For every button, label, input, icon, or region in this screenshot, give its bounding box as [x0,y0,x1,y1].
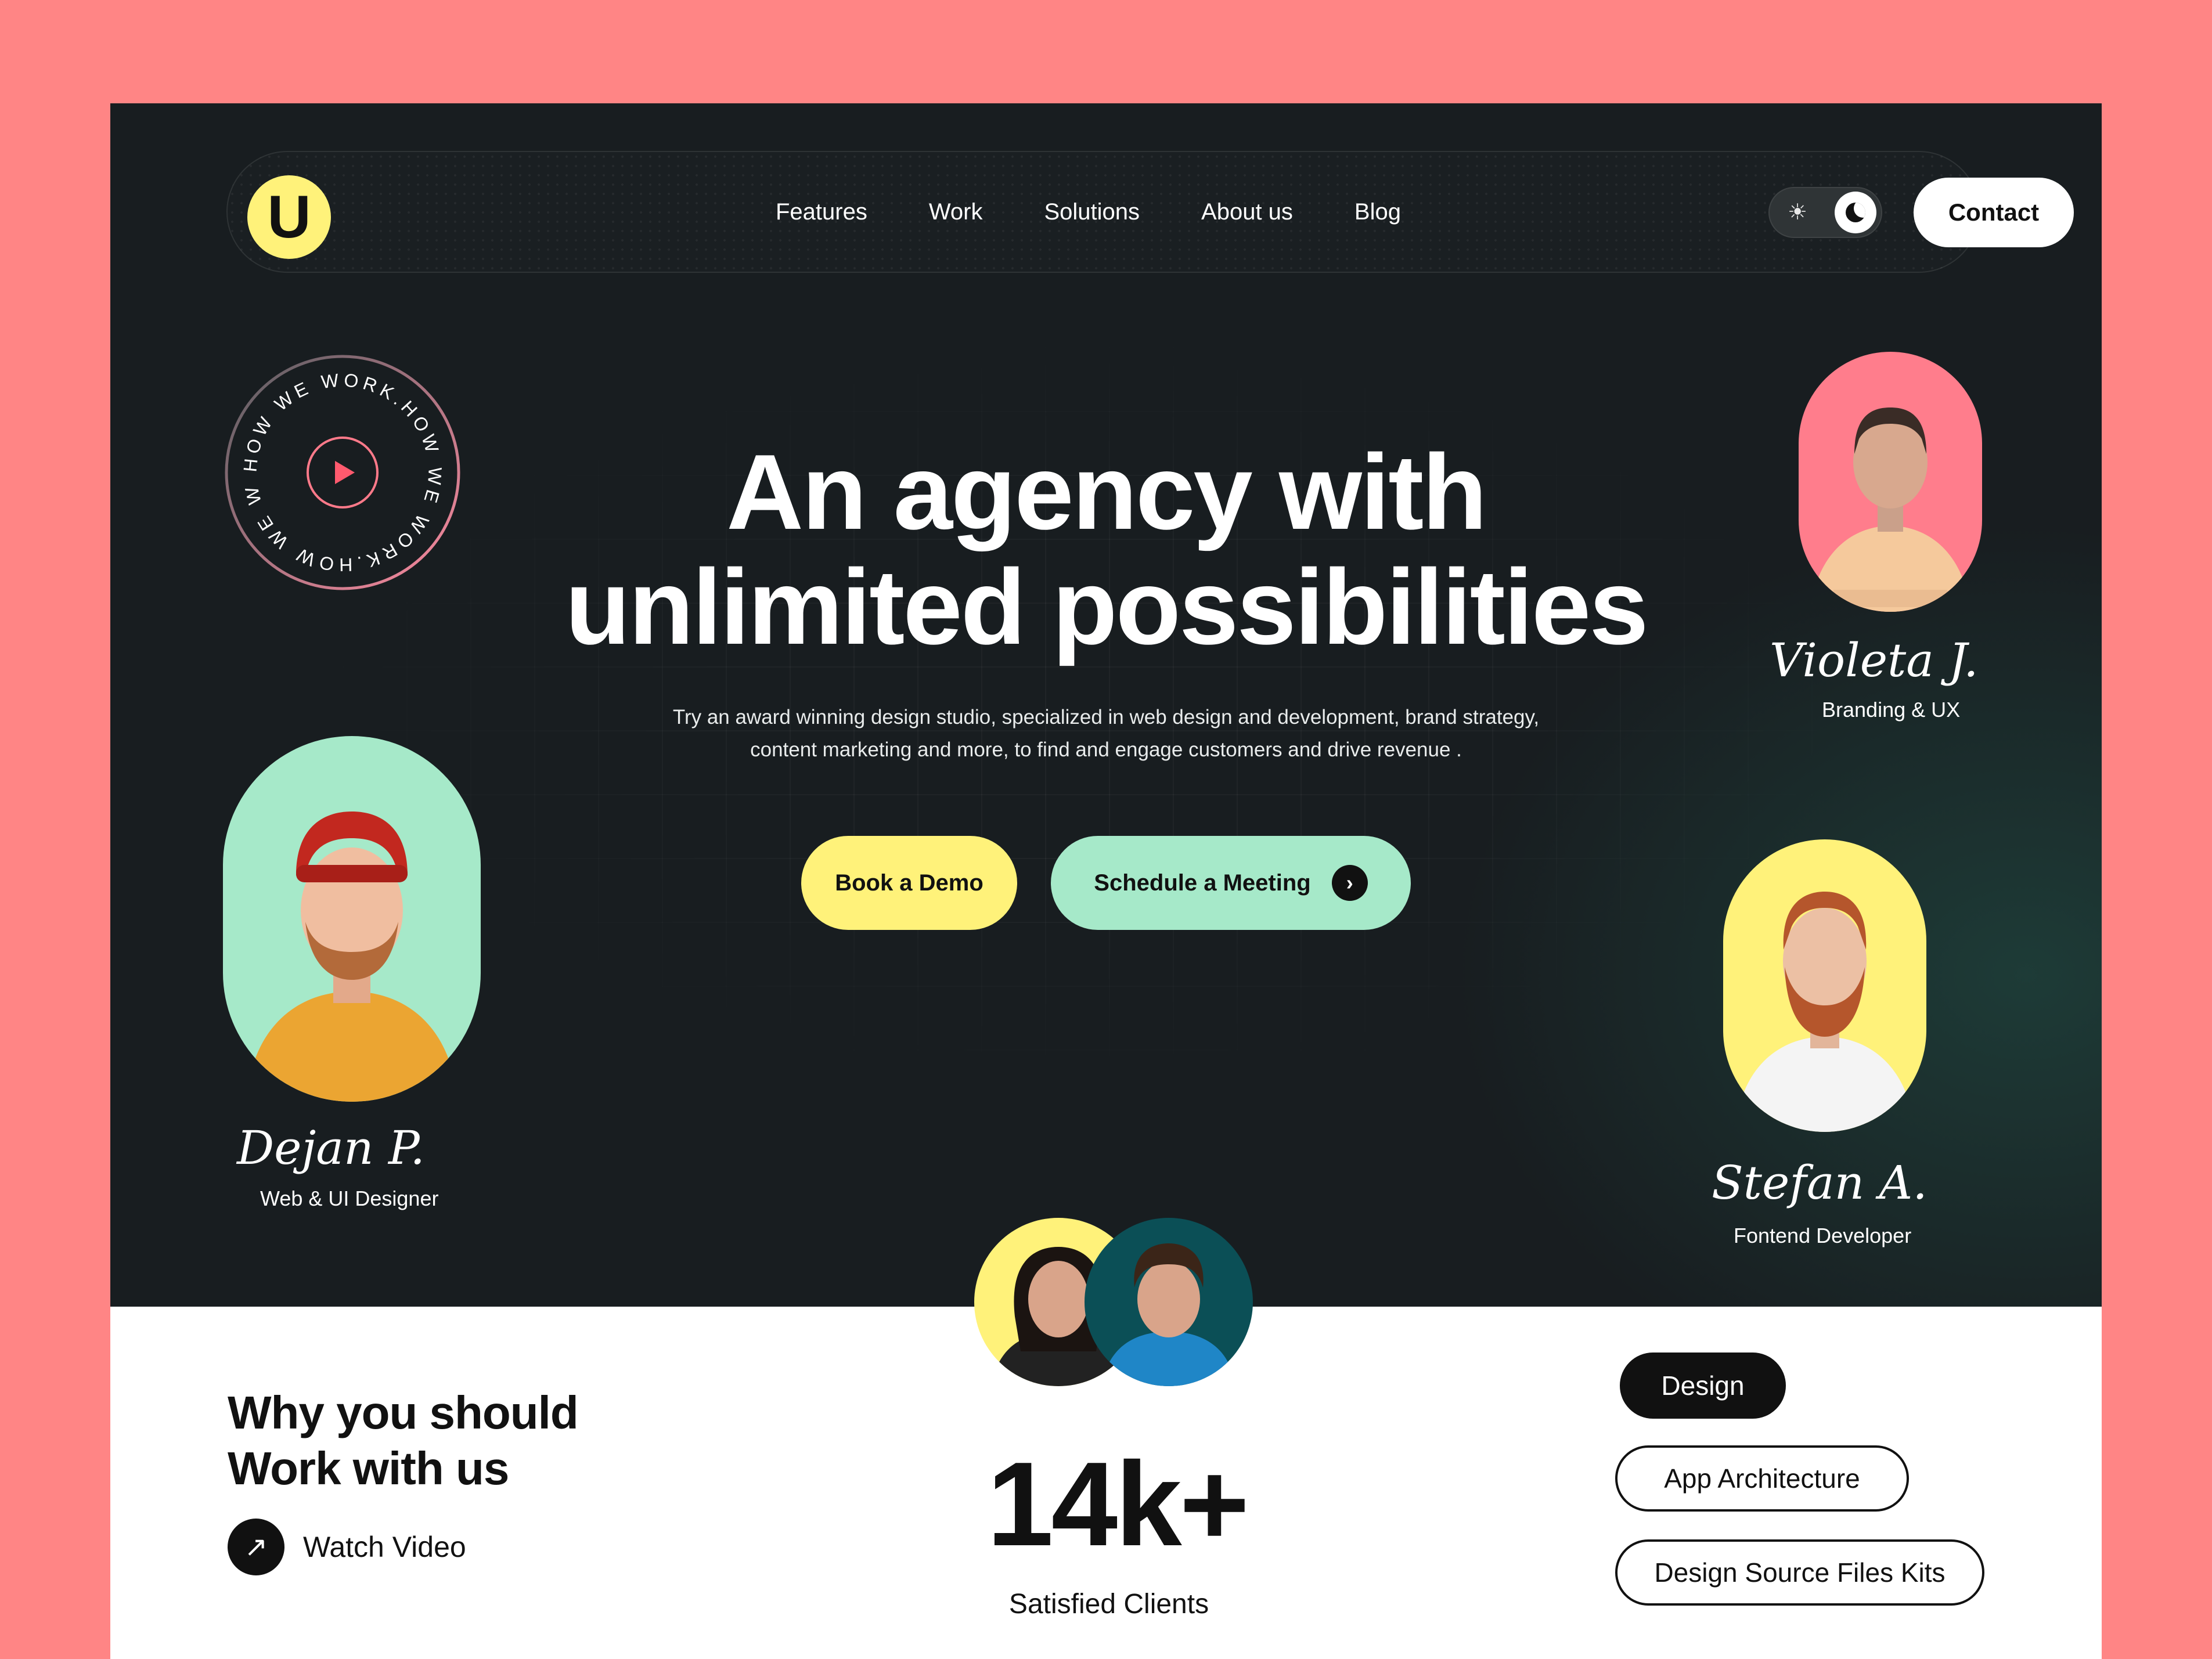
arrow-up-right-icon: ↗ [228,1519,284,1575]
book-demo-button[interactable]: Book a Demo [801,836,1017,930]
nav-link-blog[interactable]: Blog [1354,199,1401,225]
service-tag-app-architecture[interactable]: App Architecture [1615,1445,1909,1512]
why-title-line-2: Work with us [228,1442,509,1494]
subtitle-line-1: Try an award winning design studio, spec… [672,706,1540,728]
nav-link-work[interactable]: Work [929,199,983,225]
top-navbar: U Features Work Solutions About us Blog … [226,151,2074,273]
theme-toggle[interactable]: ☀ [1768,187,1882,238]
schedule-meeting-label: Schedule a Meeting [1094,870,1311,896]
nav-link-features[interactable]: Features [776,199,867,225]
chevron-right-icon: › [1331,865,1368,901]
theme-toggle-knob [1835,192,1876,233]
team-avatar-violeta [1799,352,1982,612]
team-avatar-stefan [1723,839,1926,1132]
person-illustration [246,812,457,1102]
signature-stefan: Stefan A. [1712,1156,1928,1210]
client-avatars [974,1218,1264,1392]
nav-link-about-us[interactable]: About us [1201,199,1293,225]
why-work-with-us-title: Why you should Work with us [228,1385,579,1496]
logo[interactable]: U [247,175,331,259]
person-illustration [1810,407,1970,612]
sun-icon: ☀ [1787,200,1808,225]
hero-section: U Features Work Solutions About us Blog … [110,103,2102,1307]
person-illustration [1735,892,1915,1132]
stat-number: 14k+ [987,1437,1249,1571]
role-dejan: Web & UI Designer [260,1186,439,1210]
nav-links: Features Work Solutions About us Blog [776,152,1401,272]
signature-violeta: Violeta J. [1770,633,1979,687]
service-tag-design-source-files-kits[interactable]: Design Source Files Kits [1615,1539,1984,1606]
moon-icon [1846,203,1865,222]
why-title-line-1: Why you should [228,1387,579,1438]
watch-video-label: Watch Video [303,1531,466,1563]
page-frame: U Features Work Solutions About us Blog … [110,103,2102,1659]
person-illustration [1102,1243,1235,1386]
logo-mark: U [267,183,311,251]
schedule-meeting-button[interactable]: Schedule a Meeting › [1051,836,1411,930]
contact-button[interactable]: Contact [1914,178,2074,247]
stat-label: Satisfied Clients [1008,1589,1209,1620]
watch-video-link[interactable]: ↗ Watch Video [228,1519,466,1575]
role-stefan: Fontend Developer [1734,1224,1912,1247]
nav-link-solutions[interactable]: Solutions [1044,199,1140,225]
signature-dejan: Dejan P. [237,1121,425,1175]
team-avatar-dejan [223,736,481,1102]
role-violeta: Branding & UX [1822,698,1961,722]
client-avatar-2 [1085,1218,1253,1386]
service-tag-design[interactable]: Design [1620,1353,1786,1419]
